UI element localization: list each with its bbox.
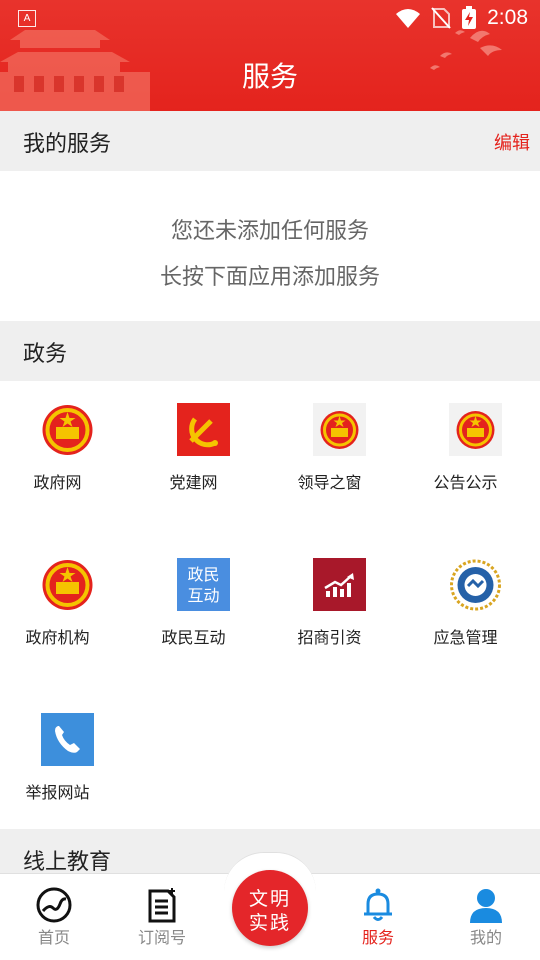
page-title: 服务 — [241, 60, 298, 93]
service-label: 领导之窗 — [297, 473, 362, 492]
gov-people-icon: 政民 互动 — [177, 558, 230, 611]
battery-charging-icon — [462, 6, 477, 29]
gov-people-icon-text2: 互动 — [187, 586, 219, 605]
service-label: 举报网站 — [25, 783, 90, 802]
service-tile-emergency-management[interactable]: 应急管理 — [408, 536, 540, 656]
service-tile-party-building[interactable]: 党建网 — [136, 381, 271, 501]
wifi-icon — [396, 9, 421, 28]
government-header: 政务 — [0, 321, 540, 381]
app-notification-icon: A — [18, 10, 36, 27]
government-grid: 政府网 党建网 领导之窗 公告公示 政府机构 政民 互动 政民互动 招商引资 应… — [0, 381, 540, 829]
service-tile-investment[interactable]: 招商引资 — [272, 536, 407, 656]
service-tile-report-website[interactable]: 举报网站 — [0, 691, 135, 811]
my-services-header: 我的服务 编辑 — [0, 111, 540, 171]
edit-button[interactable]: 编辑 — [494, 129, 530, 155]
service-tile-gov-people-interaction[interactable]: 政民 互动 政民互动 — [136, 536, 271, 656]
center-button-line2: 实践 — [248, 912, 291, 934]
nav-item-services[interactable]: 服务 — [324, 874, 432, 960]
clock: 2:08 — [487, 6, 528, 29]
national-emblem-icon — [313, 403, 366, 456]
online-education-title: 线上教育 — [23, 850, 112, 875]
service-tile-announcements[interactable]: 公告公示 — [408, 381, 540, 501]
civilization-practice-button[interactable]: 文明 实践 — [232, 870, 308, 946]
service-label: 应急管理 — [433, 628, 498, 647]
emergency-badge-icon — [450, 559, 501, 611]
service-label: 公告公示 — [433, 473, 498, 492]
empty-message-line2: 长按下面应用添加服务 — [159, 265, 380, 290]
national-emblem-icon — [42, 405, 93, 455]
service-tile-government-site[interactable]: 政府网 — [0, 381, 135, 501]
nav-label: 服务 — [361, 928, 394, 947]
user-icon — [470, 889, 502, 923]
service-label: 招商引资 — [297, 628, 362, 647]
subscription-icon — [148, 888, 176, 923]
service-label: 政府网 — [33, 473, 82, 492]
service-label: 政府机构 — [25, 628, 90, 647]
my-services-title: 我的服务 — [23, 132, 112, 157]
center-button-line1: 文明 — [248, 888, 291, 910]
service-tile-leadership-window[interactable]: 领导之窗 — [272, 381, 407, 501]
national-emblem-icon — [449, 403, 502, 456]
investment-chart-icon — [313, 558, 366, 611]
service-tile-government-agencies[interactable]: 政府机构 — [0, 536, 135, 656]
nav-item-mine[interactable]: 我的 — [432, 874, 540, 960]
nav-item-home[interactable]: 首页 — [0, 874, 108, 960]
service-label: 政民互动 — [161, 628, 226, 647]
phone-icon — [41, 713, 94, 766]
my-services-empty-state: 您还未添加任何服务 长按下面应用添加服务 — [0, 171, 540, 321]
bell-icon — [364, 888, 392, 921]
nav-label: 我的 — [469, 928, 502, 947]
header: A 2:08 服务 — [0, 0, 540, 111]
home-globe-icon — [36, 887, 72, 923]
no-sim-icon — [431, 7, 451, 29]
nav-label: 首页 — [37, 928, 70, 947]
nav-label: 订阅号 — [137, 928, 186, 947]
gov-people-icon-text1: 政民 — [187, 565, 219, 584]
empty-message-line1: 您还未添加任何服务 — [170, 219, 369, 244]
national-emblem-icon — [42, 560, 93, 610]
status-bar: A 2:08 — [0, 0, 540, 36]
nav-item-subscription[interactable]: 订阅号 — [108, 874, 216, 960]
party-flag-icon — [177, 403, 230, 456]
government-title: 政务 — [23, 342, 68, 367]
service-label: 党建网 — [169, 473, 218, 492]
